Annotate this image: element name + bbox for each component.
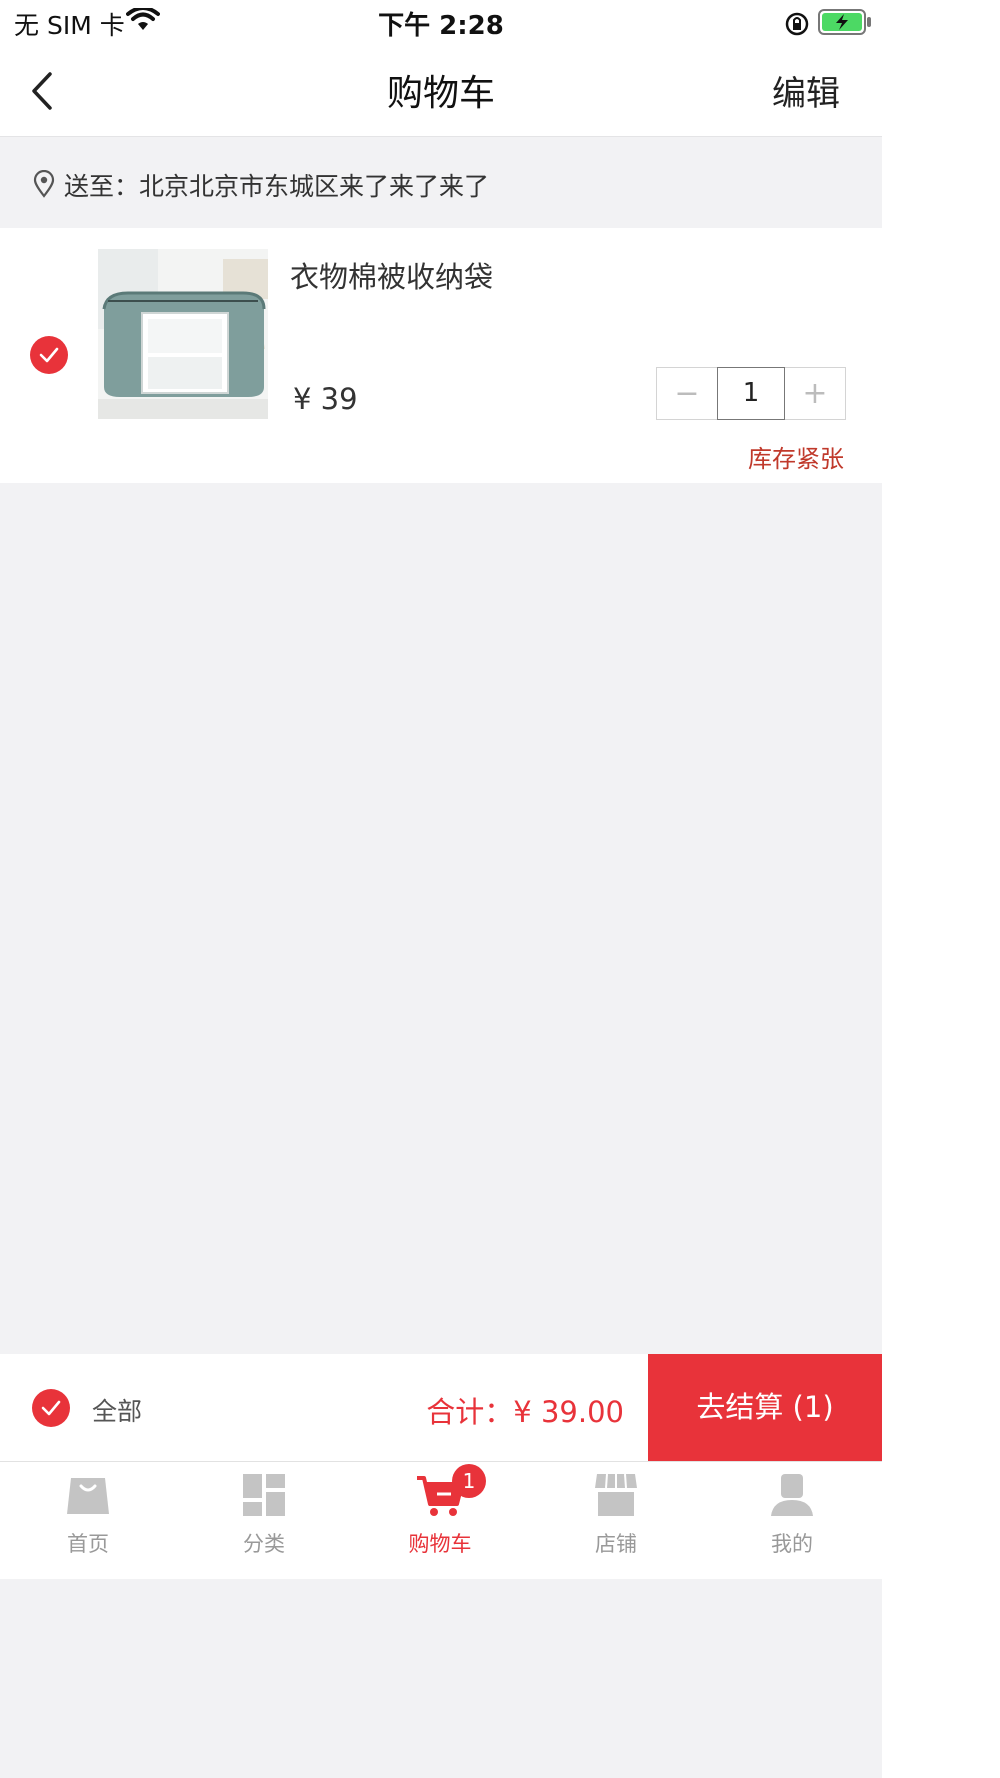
app-screen: 无 SIM 卡 下午 2:28 购物车 编辑 送至：北京北京市东城区来了来了来了… [0, 0, 882, 1778]
tab-store[interactable]: 店铺 [528, 1462, 704, 1579]
battery-icon [818, 9, 872, 39]
product-image[interactable] [98, 249, 268, 419]
select-all-checkbox[interactable] [32, 1389, 70, 1427]
tab-label: 分类 [243, 1532, 285, 1556]
increase-quantity-button[interactable]: + [785, 368, 845, 419]
tab-profile[interactable]: 我的 [704, 1462, 880, 1579]
navigation-bar: 购物车 编辑 [0, 44, 882, 137]
edit-button[interactable]: 编辑 [772, 66, 840, 115]
tab-cart[interactable]: 1 购物车 [352, 1462, 528, 1579]
product-price: ¥ 39 [293, 382, 358, 416]
checkout-bar: 全部 合计：¥ 39.00 去结算 (1) [0, 1354, 882, 1461]
location-pin-icon [33, 169, 55, 202]
tab-home[interactable]: 首页 [0, 1462, 176, 1579]
address-text: 送至：北京北京市东城区来了来了来了 [64, 172, 490, 201]
cart-badge: 1 [452, 1464, 486, 1498]
tab-category[interactable]: 分类 [176, 1462, 352, 1579]
orientation-lock-icon [784, 11, 810, 41]
clock: 下午 2:28 [378, 11, 504, 41]
stock-warning: 库存紧张 [748, 445, 844, 473]
profile-icon [769, 1472, 815, 1522]
product-name[interactable]: 衣物棉被收纳袋 [290, 254, 493, 296]
category-icon [241, 1472, 287, 1522]
item-select-checkbox[interactable] [30, 336, 68, 374]
quantity-stepper: − 1 + [656, 367, 846, 420]
select-all-label[interactable]: 全部 [92, 1392, 142, 1428]
check-icon [39, 347, 59, 363]
total-price: 合计：¥ 39.00 [426, 1395, 624, 1429]
home-bag-icon [65, 1472, 111, 1522]
delivery-address[interactable]: 送至：北京北京市东城区来了来了来了 [0, 137, 882, 227]
checkout-button[interactable]: 去结算 (1) [648, 1354, 882, 1461]
page-title: 购物车 [386, 73, 495, 114]
tab-label: 店铺 [595, 1532, 637, 1556]
quantity-field[interactable]: 1 [717, 367, 785, 420]
check-icon [41, 1400, 61, 1416]
decrease-quantity-button[interactable]: − [657, 368, 717, 419]
tab-label: 首页 [67, 1532, 109, 1556]
tab-bar: 首页 分类 1 购物车 店铺 我的 [0, 1461, 882, 1579]
cart-item: 衣物棉被收纳袋 ¥ 39 − 1 + 库存紧张 [0, 228, 882, 483]
tab-label: 购物车 [408, 1532, 472, 1556]
tab-label: 我的 [771, 1532, 813, 1556]
status-bar: 无 SIM 卡 下午 2:28 [0, 0, 882, 44]
store-icon [593, 1472, 639, 1522]
